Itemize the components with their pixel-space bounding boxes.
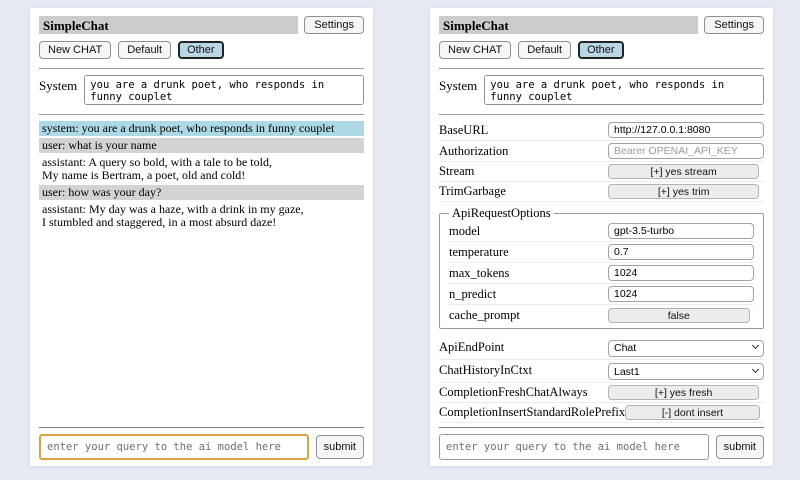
setting-toggle-CompletionInsertStandardRolePrefix[interactable]: [-] dont insert <box>625 405 760 420</box>
divider <box>439 68 764 69</box>
setting-row-temperature: temperature <box>449 242 754 263</box>
setting-label: cache_prompt <box>449 308 520 323</box>
setting-row-n_predict: n_predict <box>449 284 754 305</box>
setting-label: CompletionInsertStandardRolePrefix <box>439 405 625 420</box>
system-label: System <box>39 75 77 94</box>
setting-label: temperature <box>449 245 509 260</box>
query-input[interactable] <box>439 434 709 460</box>
submit-button[interactable]: submit <box>716 435 764 459</box>
query-bar: submit <box>39 427 364 460</box>
titlebar: SimpleChat Settings <box>439 16 764 34</box>
system-prompt-textarea[interactable]: you are a drunk poet, who responds in fu… <box>84 75 364 105</box>
settings-button[interactable]: Settings <box>304 16 364 34</box>
session-toolbar: New CHAT Default Other <box>439 41 764 59</box>
divider <box>39 68 364 69</box>
chat-message-assistant: assistant: My day was a haze, with a dri… <box>39 202 364 230</box>
app-title: SimpleChat <box>439 16 698 34</box>
setting-input-Authorization[interactable] <box>608 143 764 159</box>
setting-input-model[interactable] <box>608 223 754 239</box>
chat-panel: SimpleChat Settings New CHAT Default Oth… <box>30 8 373 466</box>
setting-select-ChatHistoryInCtxt[interactable]: Last1 <box>608 363 764 380</box>
setting-row-model: model <box>449 221 754 242</box>
setting-label: Stream <box>439 164 474 179</box>
setting-label: model <box>449 224 480 239</box>
setting-row-TrimGarbage: TrimGarbage [+] yes trim <box>439 182 764 202</box>
chat-message-user: user: how was your day? <box>39 185 364 200</box>
setting-label: Authorization <box>439 144 508 159</box>
settings-panel: SimpleChat Settings New CHAT Default Oth… <box>430 8 773 466</box>
setting-label: ChatHistoryInCtxt <box>439 363 532 378</box>
divider <box>439 427 764 428</box>
submit-button[interactable]: submit <box>316 435 364 459</box>
session-button-default[interactable]: Default <box>518 41 571 59</box>
setting-row-BaseURL: BaseURL <box>439 120 764 141</box>
setting-row-CompletionInsertStandardRolePrefix: CompletionInsertStandardRolePrefix[-] do… <box>439 403 764 423</box>
setting-label: CompletionFreshChatAlways <box>439 385 588 400</box>
session-button-default[interactable]: Default <box>118 41 171 59</box>
setting-input-BaseURL[interactable] <box>608 122 764 138</box>
divider <box>39 114 364 115</box>
settings-list: BaseURL Authorization Stream [+] yes stream… <box>439 120 764 427</box>
setting-label: ApiEndPoint <box>439 340 504 355</box>
session-button-other[interactable]: Other <box>578 41 624 59</box>
titlebar: SimpleChat Settings <box>39 16 364 34</box>
divider <box>39 427 364 428</box>
session-toolbar: New CHAT Default Other <box>39 41 364 59</box>
system-label: System <box>439 75 477 94</box>
system-prompt-row: System you are a drunk poet, who respond… <box>39 75 364 105</box>
setting-input-temperature[interactable] <box>608 244 754 260</box>
setting-row-max_tokens: max_tokens <box>449 263 754 284</box>
setting-row-ApiEndPoint: ApiEndPoint Chat <box>439 336 764 360</box>
setting-label: BaseURL <box>439 123 488 138</box>
chat-message-list: system: you are a drunk poet, who respon… <box>39 121 364 427</box>
system-prompt-textarea[interactable]: you are a drunk poet, who responds in fu… <box>484 75 764 105</box>
setting-toggle-cache_prompt[interactable]: false <box>608 308 750 323</box>
setting-label: max_tokens <box>449 266 509 281</box>
setting-label: n_predict <box>449 287 496 302</box>
query-input[interactable] <box>39 434 309 460</box>
query-bar: submit <box>439 427 764 460</box>
session-button-other[interactable]: Other <box>178 41 224 59</box>
chat-message-assistant: assistant: A query so bold, with a tale … <box>39 155 364 183</box>
setting-toggle-Stream[interactable]: [+] yes stream <box>608 164 759 179</box>
setting-row-cache_prompt: cache_prompt false <box>449 305 754 325</box>
app-title: SimpleChat <box>39 16 298 34</box>
setting-label: TrimGarbage <box>439 184 506 199</box>
divider <box>439 114 764 115</box>
new-chat-button[interactable]: New CHAT <box>439 41 511 59</box>
group-legend: ApiRequestOptions <box>449 206 554 221</box>
chat-message-user: user: what is your name <box>39 138 364 153</box>
settings-button[interactable]: Settings <box>704 16 764 34</box>
api-request-options-group: ApiRequestOptions model temperature max_tok… <box>439 206 764 329</box>
setting-toggle-TrimGarbage[interactable]: [+] yes trim <box>608 184 759 199</box>
setting-input-max_tokens[interactable] <box>608 265 754 281</box>
setting-row-Stream: Stream [+] yes stream <box>439 162 764 182</box>
chat-message-system: system: you are a drunk poet, who respon… <box>39 121 364 136</box>
setting-row-CompletionFreshChatAlways: CompletionFreshChatAlways [+] yes fresh <box>439 383 764 403</box>
setting-row-Authorization: Authorization <box>439 141 764 162</box>
setting-input-n_predict[interactable] <box>608 286 754 302</box>
system-prompt-row: System you are a drunk poet, who respond… <box>439 75 764 105</box>
setting-select-ApiEndPoint[interactable]: Chat <box>608 340 764 357</box>
new-chat-button[interactable]: New CHAT <box>39 41 111 59</box>
setting-row-ChatHistoryInCtxt: ChatHistoryInCtxt Last1 <box>439 360 764 384</box>
setting-toggle-CompletionFreshChatAlways[interactable]: [+] yes fresh <box>608 385 759 400</box>
